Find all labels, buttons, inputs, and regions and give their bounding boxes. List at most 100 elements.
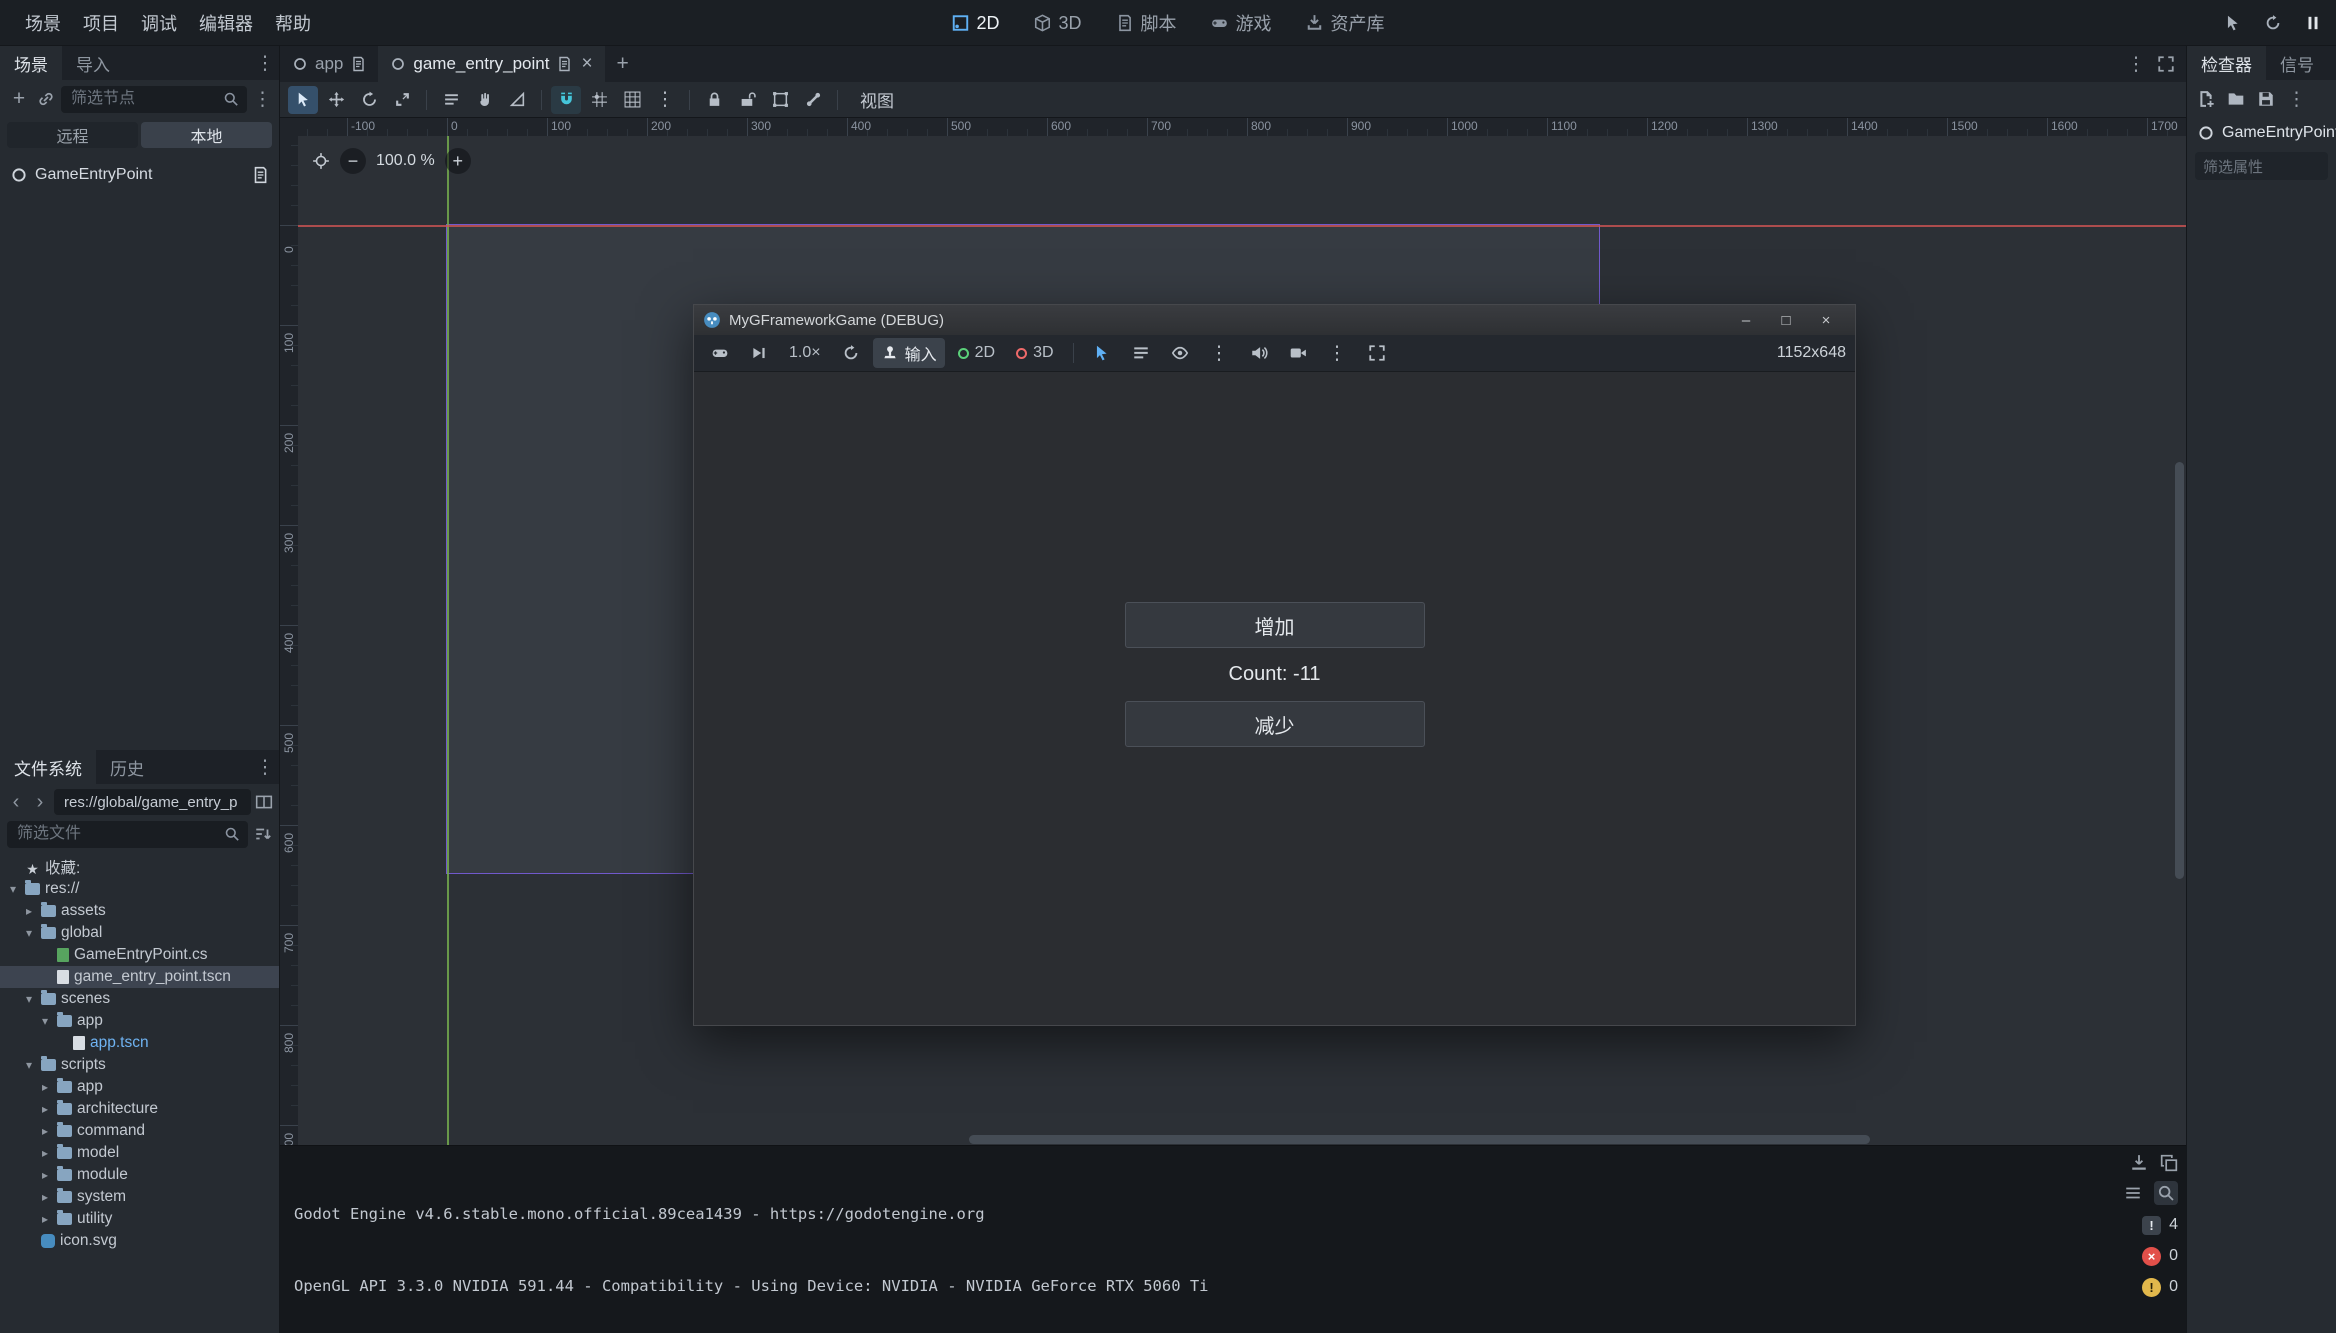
mode-3d-button[interactable]: 3D — [1008, 341, 1061, 365]
open-script-icon[interactable] — [251, 166, 269, 184]
file-tree-item[interactable]: ▸utility — [0, 1208, 279, 1230]
expander-icon[interactable]: ▸ — [38, 1124, 52, 1138]
workspace-game[interactable]: 游戏 — [1199, 5, 1284, 41]
ruler-tool-button[interactable] — [502, 86, 532, 114]
save-resource-icon[interactable] — [2257, 90, 2275, 108]
file-filter-input[interactable] — [15, 824, 218, 844]
local-button[interactable]: 本地 — [141, 122, 272, 148]
tab-signals[interactable]: 信号 — [2266, 46, 2328, 80]
log-search-icon[interactable] — [2154, 1181, 2178, 1205]
rotate-tool-button[interactable] — [354, 86, 384, 114]
zoom-level-label[interactable]: 100.0 % — [376, 152, 435, 170]
scene-dock-menu-button[interactable]: ⋮ — [251, 46, 279, 80]
warning-badge[interactable]: ! 0 — [2142, 1276, 2178, 1298]
vertical-scrollbar[interactable] — [2175, 462, 2184, 879]
move-tool-button[interactable] — [321, 86, 351, 114]
workspace-3d[interactable]: 3D — [1022, 8, 1094, 39]
file-tree-item[interactable]: ▸command — [0, 1120, 279, 1142]
file-tree-item[interactable]: ▾global — [0, 922, 279, 944]
tab-scene[interactable]: 场景 — [0, 46, 62, 80]
tab-import[interactable]: 导入 — [62, 46, 124, 80]
file-tree-item[interactable]: ▸module — [0, 1164, 279, 1186]
file-tree-item[interactable]: ▸model — [0, 1142, 279, 1164]
scene-tree-root-node[interactable]: GameEntryPoint — [0, 160, 279, 190]
scene-tree-menu-button[interactable]: ⋮ — [253, 88, 272, 111]
pan-tool-button[interactable] — [469, 86, 499, 114]
game-session-icon[interactable] — [703, 341, 737, 365]
group-object-button[interactable] — [765, 86, 795, 114]
file-tree-item[interactable]: ▸assets — [0, 900, 279, 922]
zoom-out-button[interactable]: − — [340, 148, 366, 174]
mode-2d-button[interactable]: 2D — [950, 341, 1003, 365]
workspace-script[interactable]: 脚本 — [1104, 5, 1189, 41]
file-tree-item[interactable]: game_entry_point.tscn — [0, 966, 279, 988]
next-frame-button[interactable] — [742, 341, 776, 365]
select-mode-button[interactable] — [1085, 341, 1119, 365]
expander-icon[interactable]: ▾ — [22, 926, 36, 940]
minimize-button[interactable]: – — [1726, 305, 1766, 335]
menu-help[interactable]: 帮助 — [264, 4, 322, 42]
expander-icon[interactable]: ▸ — [22, 904, 36, 918]
skeleton-options-button[interactable] — [798, 86, 828, 114]
expander-icon[interactable]: ▸ — [38, 1080, 52, 1094]
input-toggle-button[interactable]: 输入 — [873, 338, 945, 368]
expander-icon[interactable]: ▾ — [22, 992, 36, 1006]
expander-icon[interactable]: ▸ — [38, 1212, 52, 1226]
snap-toggle-button[interactable] — [551, 86, 581, 114]
file-tree-item[interactable]: ▾scripts — [0, 1054, 279, 1076]
split-view-button[interactable] — [255, 793, 273, 811]
distraction-free-button[interactable] — [2152, 55, 2180, 73]
expander-icon[interactable]: ▸ — [38, 1168, 52, 1182]
tab-filesystem[interactable]: 文件系统 — [0, 750, 96, 784]
copy-log-icon[interactable] — [2160, 1154, 2178, 1172]
expander-icon[interactable]: ▾ — [38, 1014, 52, 1028]
menu-editor[interactable]: 编辑器 — [188, 4, 264, 42]
zoom-in-button[interactable]: + — [445, 148, 471, 174]
selection-options-button[interactable]: ⋮ — [1202, 339, 1237, 368]
error-badge[interactable]: × 0 — [2142, 1245, 2178, 1267]
list-select-tool-button[interactable] — [436, 86, 466, 114]
view-menu-button[interactable]: 视图 — [847, 86, 907, 114]
reload-icon[interactable] — [2264, 14, 2282, 32]
lock-object-button[interactable] — [699, 86, 729, 114]
pause-icon[interactable] — [2304, 14, 2322, 32]
increase-button[interactable]: 增加 — [1125, 602, 1425, 648]
file-tree-item[interactable]: ▸architecture — [0, 1098, 279, 1120]
scene-tab-app[interactable]: app — [280, 46, 378, 82]
scene-filter-input[interactable] — [69, 89, 217, 109]
expander-icon[interactable]: ▸ — [38, 1190, 52, 1204]
nav-back-button[interactable]: ‹ — [6, 791, 26, 814]
scene-tabs-menu-button[interactable]: ⋮ — [2122, 53, 2150, 76]
debug-badge[interactable]: ! 4 — [2142, 1214, 2178, 1236]
instance-scene-button[interactable] — [37, 90, 55, 108]
scene-tab-game-entry-point[interactable]: game_entry_point × — [378, 46, 604, 82]
file-tree-item[interactable]: ★收藏: — [0, 856, 279, 878]
menu-scene[interactable]: 场景 — [14, 4, 72, 42]
workspace-assetlib[interactable]: 资产库 — [1294, 5, 1397, 41]
instances-list-button[interactable] — [1124, 341, 1158, 365]
smart-snap-button[interactable] — [584, 86, 614, 114]
visibility-button[interactable] — [1163, 341, 1197, 365]
remote-button[interactable]: 远程 — [7, 122, 138, 148]
file-tree-item[interactable]: ▸system — [0, 1186, 279, 1208]
inspected-node-row[interactable]: GameEntryPoint... — [2187, 118, 2336, 148]
nav-forward-button[interactable]: › — [30, 791, 50, 814]
speed-button[interactable]: 1.0× — [781, 341, 829, 365]
grid-snap-button[interactable] — [617, 86, 647, 114]
log-filter-icon[interactable] — [2124, 1184, 2142, 1202]
file-tree-item[interactable]: ▾scenes — [0, 988, 279, 1010]
tab-history[interactable]: 历史 — [96, 750, 158, 784]
horizontal-scrollbar[interactable] — [969, 1135, 1870, 1144]
close-tab-icon[interactable]: × — [581, 53, 592, 75]
current-path-input[interactable] — [62, 793, 243, 812]
mute-audio-button[interactable] — [1242, 341, 1276, 365]
unlock-object-button[interactable] — [732, 86, 762, 114]
expander-icon[interactable]: ▾ — [6, 882, 20, 896]
workspace-2d[interactable]: 2D — [939, 8, 1011, 39]
scroll-to-bottom-icon[interactable] — [2130, 1154, 2148, 1172]
load-resource-icon[interactable] — [2227, 90, 2245, 108]
maximize-button[interactable]: □ — [1766, 305, 1806, 335]
h-ruler[interactable]: -100010020030040050060070080090010001100… — [298, 118, 2186, 136]
menu-project[interactable]: 项目 — [72, 4, 130, 42]
select-tool-button[interactable] — [288, 86, 318, 114]
